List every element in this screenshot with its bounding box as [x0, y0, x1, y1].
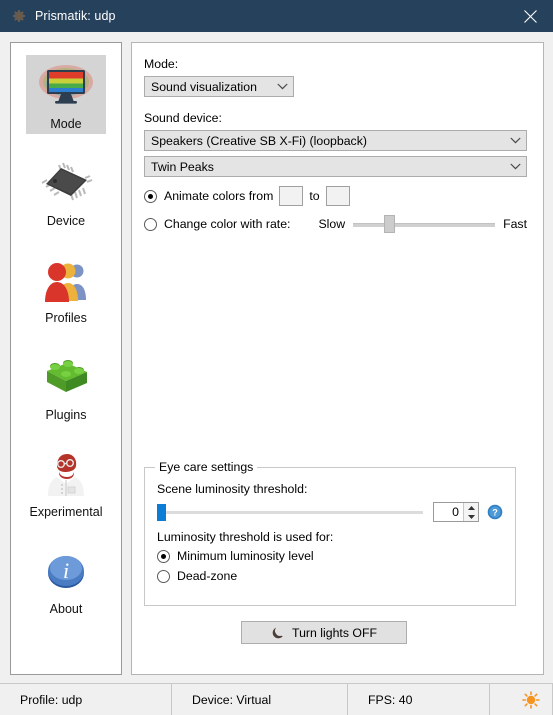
to-label: to: [309, 189, 320, 203]
sidebar-item-plugins[interactable]: Plugins: [11, 340, 121, 431]
turn-lights-off-label: Turn lights OFF: [292, 625, 377, 640]
prismatik-window: Prismatik: udp Mode Device Profiles Plug…: [0, 0, 553, 715]
color-to-swatch[interactable]: [325, 186, 350, 206]
scene-luminosity-label: Scene luminosity threshold:: [157, 482, 308, 496]
people-pawns-icon: [34, 253, 98, 309]
sidebar-item-label: Plugins: [45, 408, 87, 422]
window-body: Mode Device Profiles Plugins Experimenta…: [0, 32, 553, 683]
sidebar-item-profiles[interactable]: Profiles: [11, 243, 121, 334]
chevron-down-icon: [276, 80, 289, 93]
help-circle-icon[interactable]: ?: [487, 504, 503, 520]
change-rate-radio[interactable]: [144, 217, 157, 231]
sidebar-item-device[interactable]: Device: [11, 146, 121, 237]
sidebar-item-about[interactable]: i About: [11, 534, 121, 625]
mode-dropdown[interactable]: Sound visualization: [144, 76, 294, 97]
status-brightness-button[interactable]: [490, 684, 553, 715]
slider-track: [353, 223, 496, 227]
scientist-icon: [34, 447, 98, 503]
sound-device-dropdown[interactable]: Speakers (Creative SB X-Fi) (loopback): [144, 130, 527, 151]
lego-brick-icon: [34, 350, 98, 406]
slider-handle[interactable]: [157, 504, 166, 521]
visualization-dropdown[interactable]: Twin Peaks: [144, 156, 527, 177]
slider-track: [157, 511, 423, 514]
chevron-down-icon: [509, 160, 522, 173]
close-icon: [524, 9, 537, 23]
status-profile: Profile: udp: [0, 684, 172, 715]
window-title: Prismatik: udp: [35, 9, 116, 23]
dead-zone-row[interactable]: Dead-zone: [157, 569, 503, 583]
svg-text:?: ?: [492, 508, 498, 518]
dead-zone-radio[interactable]: [157, 569, 170, 583]
color-rate-slider[interactable]: [353, 215, 496, 233]
close-button[interactable]: [508, 0, 553, 32]
eye-care-legend: Eye care settings: [155, 460, 258, 474]
sidebar-item-mode[interactable]: Mode: [11, 49, 121, 140]
sidebar-item-label: Experimental: [29, 505, 103, 519]
luminosity-threshold-value: 0: [452, 505, 459, 519]
mode-settings-panel: Mode: Sound visualization Sound device: …: [131, 42, 544, 675]
mode-label: Mode:: [144, 57, 179, 71]
spinner-up-button[interactable]: [464, 503, 478, 512]
spinner-arrows[interactable]: [463, 503, 478, 521]
animate-colors-radio[interactable]: [144, 189, 157, 203]
title-bar: Prismatik: udp: [0, 0, 553, 32]
sidebar-item-label: About: [49, 602, 83, 616]
status-bar: Profile: udp Device: Virtual FPS: 40: [0, 683, 553, 715]
chevron-down-icon: [509, 134, 522, 147]
info-circle-icon: i: [34, 544, 98, 600]
status-device: Device: Virtual: [172, 684, 348, 715]
svg-text:i: i: [63, 558, 69, 583]
mode-dropdown-value: Sound visualization: [151, 79, 257, 94]
sound-device-label: Sound device:: [144, 111, 222, 125]
change-rate-label: Change color with rate:: [164, 217, 291, 231]
animate-colors-label: Animate colors from: [164, 189, 274, 203]
moon-icon: [272, 627, 283, 638]
luminosity-threshold-slider[interactable]: [157, 502, 423, 522]
status-fps: FPS: 40: [348, 684, 490, 715]
sidebar-item-label: Mode: [50, 117, 82, 131]
used-for-label: Luminosity threshold is used for:: [157, 530, 334, 544]
minimum-luminosity-radio[interactable]: [157, 549, 170, 563]
luminosity-threshold-spinner[interactable]: 0: [433, 502, 479, 522]
monitor-rainbow-icon: [34, 59, 98, 115]
eye-care-groupbox: Eye care settings Scene luminosity thres…: [144, 460, 516, 606]
change-rate-row[interactable]: Change color with rate: Slow Fast: [144, 215, 527, 233]
spinner-down-button[interactable]: [464, 512, 478, 521]
rate-fast-label: Fast: [503, 217, 527, 231]
microchip-icon: [34, 156, 98, 212]
minimum-luminosity-label: Minimum luminosity level: [177, 549, 314, 563]
slider-handle[interactable]: [383, 215, 395, 233]
sun-icon: [522, 690, 540, 709]
dead-zone-label: Dead-zone: [177, 569, 238, 583]
sidebar-item-label: Device: [46, 214, 86, 228]
sound-device-dropdown-value: Speakers (Creative SB X-Fi) (loopback): [151, 133, 367, 148]
turn-lights-off-button[interactable]: Turn lights OFF: [241, 621, 407, 644]
minimum-luminosity-row[interactable]: Minimum luminosity level: [157, 549, 503, 563]
animate-colors-row[interactable]: Animate colors from to: [144, 186, 527, 206]
sidebar-nav: Mode Device Profiles Plugins Experimenta…: [10, 42, 122, 675]
sidebar-item-label: Profiles: [45, 311, 87, 325]
rate-slow-label: Slow: [318, 217, 346, 231]
gear-icon: [13, 10, 25, 22]
color-from-swatch[interactable]: [279, 186, 304, 206]
sidebar-item-experimental[interactable]: Experimental: [11, 437, 121, 528]
visualization-dropdown-value: Twin Peaks: [151, 159, 214, 174]
